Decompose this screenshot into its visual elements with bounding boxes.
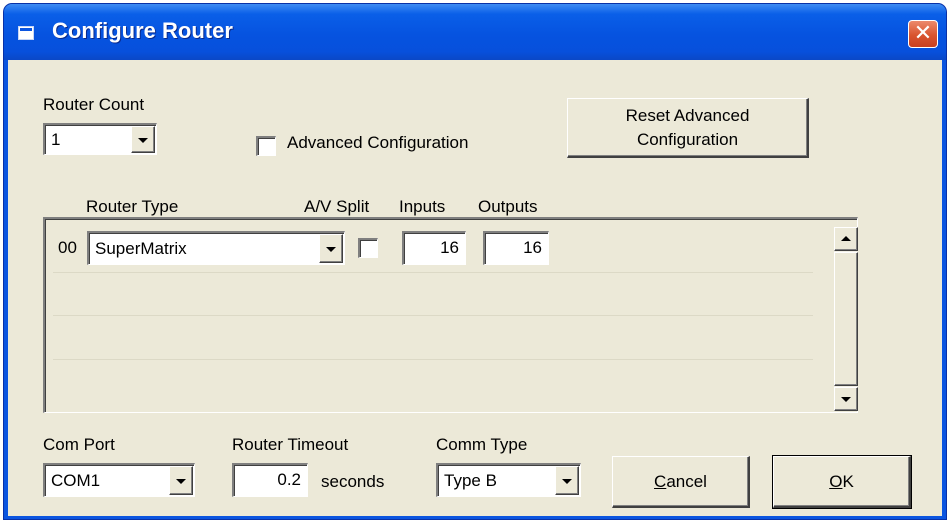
- cancel-button-label: Cancel: [654, 470, 707, 494]
- title-bar[interactable]: Configure Router ✕: [4, 4, 946, 60]
- router-type-value: SuperMatrix: [95, 238, 187, 258]
- cancel-button[interactable]: Cancel: [612, 456, 750, 508]
- close-icon: ✕: [913, 21, 933, 46]
- scroll-thumb[interactable]: [834, 252, 858, 386]
- cancel-label-rest: ancel: [666, 471, 707, 491]
- comm-type-value: Type B: [444, 470, 497, 490]
- header-router-type: Router Type: [86, 197, 179, 216]
- reset-advanced-configuration-button[interactable]: Reset Advanced Configuration: [567, 98, 809, 158]
- header-inputs: Inputs: [399, 197, 446, 216]
- router-timeout-label: Router Timeout: [232, 435, 349, 454]
- comm-type-dropdown-button[interactable]: [555, 466, 579, 495]
- chevron-down-icon: [138, 137, 148, 143]
- reset-button-line1: Reset Advanced: [625, 105, 750, 125]
- chevron-down-icon: [562, 478, 572, 484]
- chevron-down-icon: [841, 397, 851, 402]
- ok-button-label: OK: [829, 470, 854, 494]
- com-port-dropdown-button[interactable]: [169, 466, 193, 495]
- com-port-select[interactable]: COM1: [43, 463, 195, 497]
- dialog-body: Router Count 1 Advanced Configuration Re…: [8, 60, 942, 516]
- vertical-scrollbar[interactable]: [834, 227, 858, 411]
- router-count-select[interactable]: 1: [43, 123, 157, 155]
- router-timeout-unit: seconds: [321, 472, 385, 491]
- cancel-accelerator: C: [654, 471, 667, 491]
- row-index: 00: [58, 238, 77, 257]
- header-av-split: A/V Split: [304, 197, 370, 216]
- com-port-label: Com Port: [43, 435, 115, 454]
- ok-label-rest: K: [842, 471, 854, 491]
- com-port-value: COM1: [51, 470, 101, 490]
- router-type-select[interactable]: SuperMatrix: [87, 231, 345, 265]
- av-split-checkbox[interactable]: [358, 238, 378, 258]
- scroll-up-button[interactable]: [834, 227, 858, 251]
- advanced-configuration-checkbox[interactable]: [256, 136, 276, 156]
- grid-divider: [53, 272, 813, 273]
- scroll-down-button[interactable]: [834, 387, 858, 411]
- ok-accelerator: O: [829, 471, 843, 491]
- grid-divider: [53, 359, 813, 360]
- router-count-dropdown-button[interactable]: [131, 126, 155, 153]
- window-title: Configure Router: [52, 18, 233, 43]
- configure-router-window: Configure Router ✕ Router Count 1 Advanc…: [3, 3, 947, 520]
- router-count-label: Router Count: [43, 95, 145, 114]
- header-outputs: Outputs: [478, 197, 538, 216]
- router-timeout-field[interactable]: 0.2: [232, 463, 308, 497]
- reset-button-text: Reset Advanced Configuration: [626, 104, 750, 152]
- advanced-configuration-label: Advanced Configuration: [287, 133, 469, 152]
- outputs-field[interactable]: 16: [483, 231, 549, 265]
- router-type-dropdown-button[interactable]: [319, 234, 343, 263]
- comm-type-select[interactable]: Type B: [436, 463, 581, 497]
- inputs-field[interactable]: 16: [402, 231, 466, 265]
- chevron-down-icon: [326, 246, 336, 252]
- chevron-up-icon: [841, 236, 851, 241]
- reset-button-line2: Configuration: [636, 129, 739, 149]
- comm-type-label: Comm Type: [436, 435, 528, 454]
- grid-divider: [53, 315, 813, 316]
- ok-button[interactable]: OK: [772, 455, 912, 509]
- window-icon: [18, 26, 34, 40]
- router-grid: 00 SuperMatrix 16 16: [43, 217, 858, 413]
- close-button[interactable]: ✕: [908, 20, 938, 48]
- router-count-value: 1: [51, 129, 61, 149]
- chevron-down-icon: [176, 478, 186, 484]
